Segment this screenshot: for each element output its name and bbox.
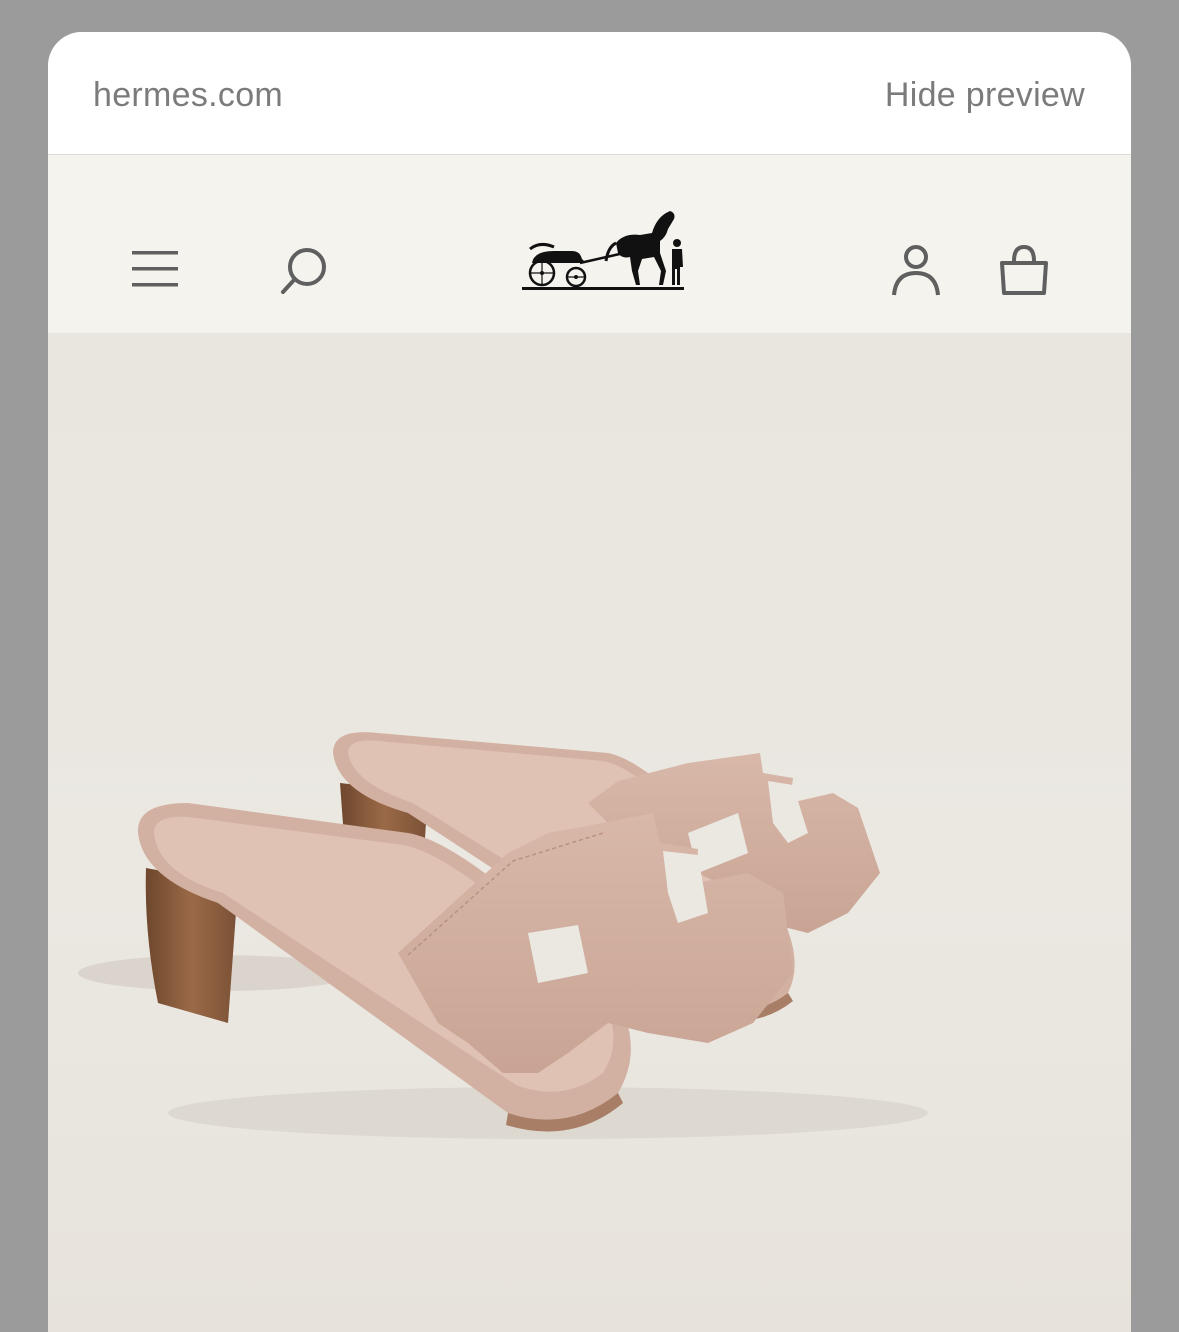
site-header — [48, 155, 1131, 333]
preview-domain: hermes.com — [93, 76, 284, 114]
menu-icon[interactable] — [130, 249, 180, 289]
search-icon[interactable] — [278, 245, 330, 297]
link-preview-sheet: hermes.com Hide preview — [48, 32, 1131, 1332]
preview-bar: hermes.com Hide preview — [48, 32, 1131, 155]
hermes-carriage-logo[interactable] — [520, 207, 688, 296]
account-icon[interactable] — [890, 243, 942, 297]
shopping-bag-icon[interactable] — [998, 243, 1050, 297]
product-image-sandals[interactable] — [48, 333, 1131, 1332]
hide-preview-button[interactable]: Hide preview — [885, 76, 1085, 115]
